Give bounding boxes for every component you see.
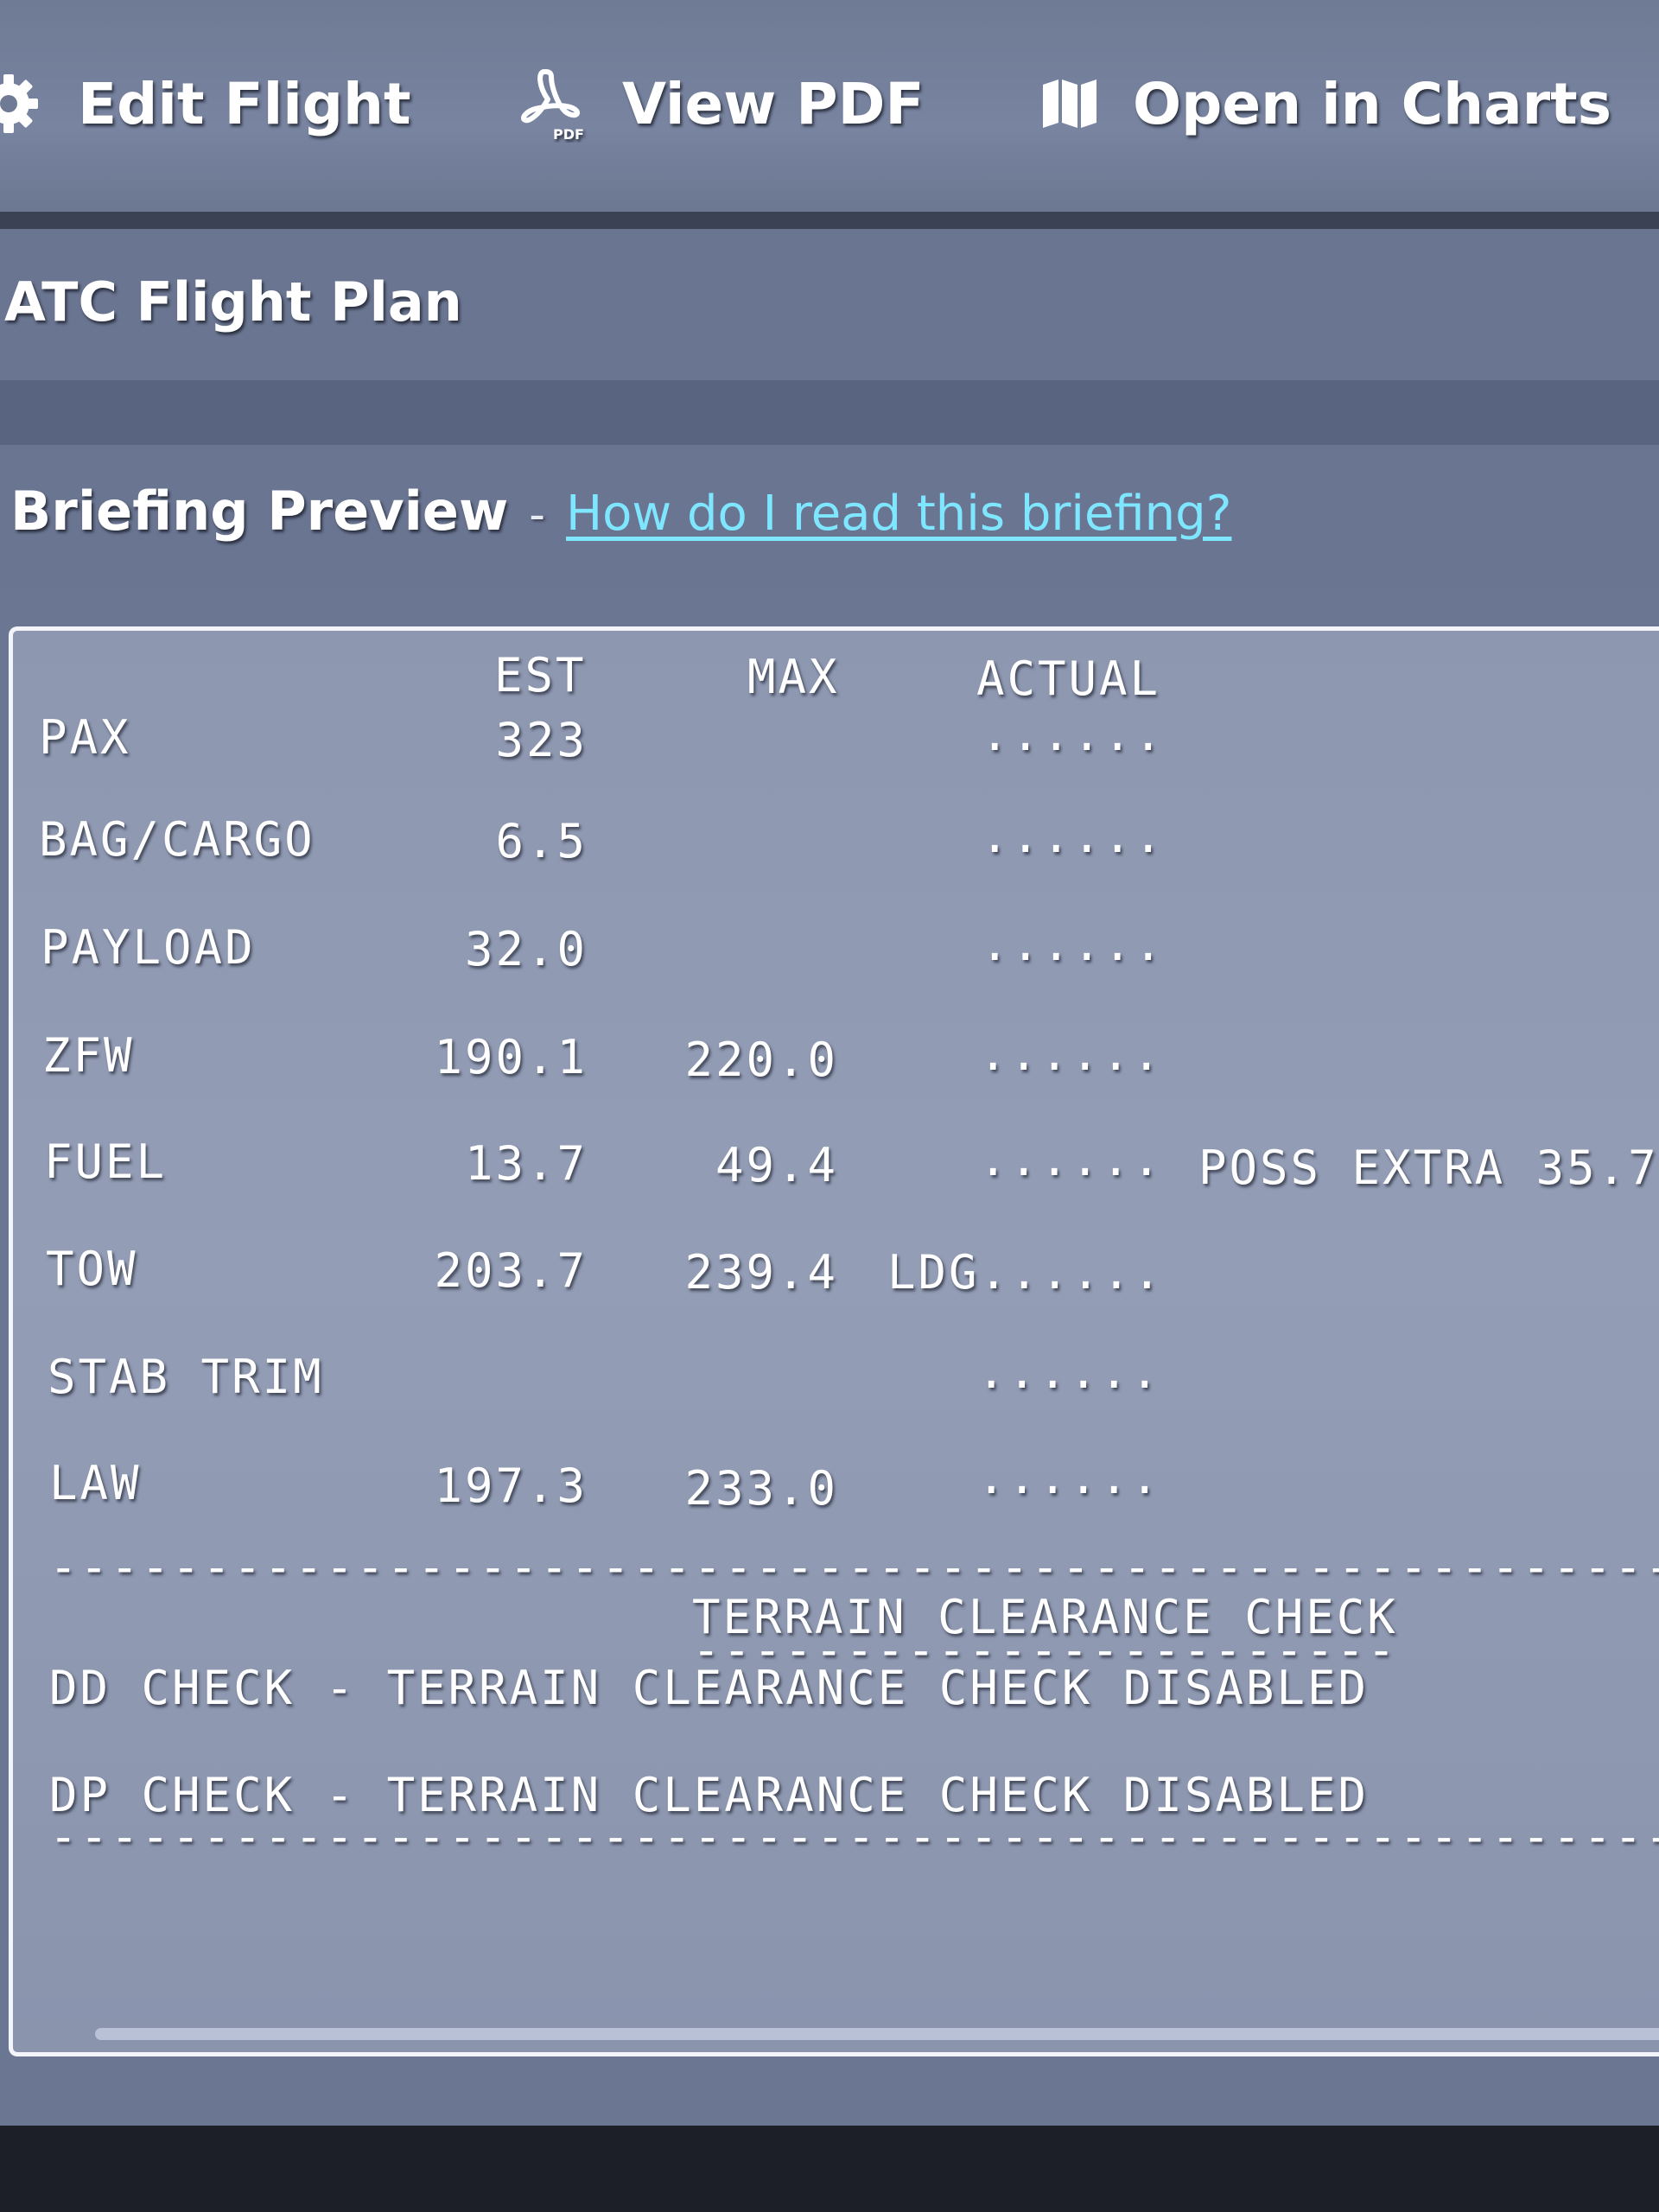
dd-check-line: DD CHECK - TERRAIN CLEARANCE CHECK DISAB… bbox=[49, 1661, 1369, 1715]
header-max: MAX bbox=[747, 650, 840, 704]
view-pdf-button[interactable]: PDF View PDF bbox=[518, 52, 925, 156]
row-label: FUEL bbox=[44, 1135, 168, 1189]
row-max: 239.4 bbox=[684, 1245, 838, 1300]
map-icon bbox=[1041, 78, 1098, 130]
row-est: 32.0 bbox=[464, 922, 588, 976]
pdf-icon: PDF bbox=[518, 65, 588, 143]
divider-line-bottom: ----------------------------------------… bbox=[49, 1809, 1659, 1864]
gear-icon bbox=[0, 69, 43, 138]
row-actual: ...... bbox=[979, 1132, 1164, 1186]
atc-flight-plan-title: ATC Flight Plan bbox=[4, 270, 462, 334]
briefing-panel[interactable]: EST MAX ACTUAL PAX 323 ...... BAG/CARGO … bbox=[9, 626, 1659, 2056]
briefing-preview-header: Briefing Preview - How do I read this br… bbox=[0, 445, 1659, 588]
briefing-preview-title: Briefing Preview bbox=[10, 480, 509, 543]
edit-flight-button[interactable]: Edit Flight bbox=[0, 52, 411, 156]
toolbar: Edit Flight PDF View PDF Open in Charts bbox=[0, 0, 1659, 212]
row-actual: ...... bbox=[981, 707, 1166, 761]
divider-line: ----------------------------------------… bbox=[49, 1540, 1659, 1594]
row-label: PAYLOAD bbox=[41, 920, 256, 975]
section-divider bbox=[0, 380, 1659, 445]
how-to-read-briefing-link[interactable]: How do I read this briefing? bbox=[566, 486, 1231, 542]
pdf-icon-text: PDF bbox=[553, 126, 584, 143]
row-actual: ...... bbox=[981, 809, 1166, 863]
row-max: 220.0 bbox=[684, 1033, 838, 1087]
row-label: STAB TRIM bbox=[48, 1350, 324, 1404]
row-actual: ...... bbox=[979, 1027, 1164, 1081]
row-actual: ...... bbox=[977, 1450, 1162, 1504]
toolbar-divider bbox=[0, 212, 1659, 229]
row-est: 190.1 bbox=[434, 1030, 588, 1084]
open-in-charts-label: Open in Charts bbox=[1133, 70, 1612, 137]
row-max: 49.4 bbox=[715, 1138, 838, 1192]
row-est: 6.5 bbox=[495, 814, 588, 868]
row-est: 323 bbox=[495, 713, 588, 767]
row-label: PAX bbox=[39, 710, 131, 765]
row-est: 197.3 bbox=[434, 1459, 588, 1513]
row-label: ZFW bbox=[42, 1028, 135, 1083]
row-label: TOW bbox=[46, 1242, 138, 1296]
row-max: 233.0 bbox=[684, 1461, 838, 1516]
row-actual: ...... bbox=[977, 1344, 1162, 1399]
atc-flight-plan-section[interactable]: ATC Flight Plan bbox=[0, 229, 1659, 380]
row-est: 13.7 bbox=[464, 1136, 588, 1191]
header-est: EST bbox=[494, 648, 587, 702]
horizontal-scrollbar[interactable] bbox=[95, 2028, 1659, 2040]
view-pdf-label: View PDF bbox=[622, 70, 925, 137]
row-note: POSS EXTRA 35.7 bbox=[1198, 1141, 1659, 1195]
row-label: LAW bbox=[49, 1456, 142, 1510]
screen-bottom-bezel bbox=[0, 2126, 1659, 2212]
row-actual: ...... bbox=[981, 917, 1166, 971]
row-label: BAG/CARGO bbox=[39, 812, 315, 867]
edit-flight-label: Edit Flight bbox=[78, 70, 411, 137]
row-actual: LDG...... bbox=[887, 1245, 1164, 1300]
title-separator: - bbox=[529, 489, 546, 541]
open-in-charts-button[interactable]: Open in Charts bbox=[1041, 52, 1611, 156]
header-actual: ACTUAL bbox=[976, 652, 1161, 706]
row-est: 203.7 bbox=[434, 1243, 588, 1298]
